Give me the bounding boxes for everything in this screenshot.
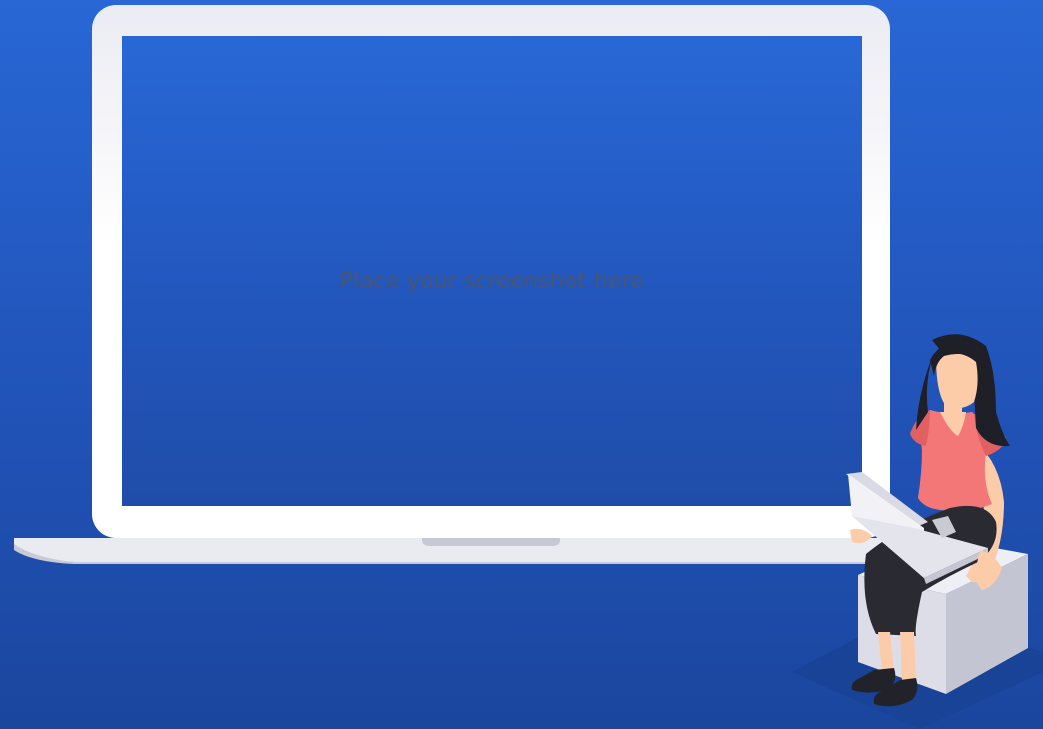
laptop-base bbox=[14, 538, 890, 564]
screenshot-placeholder-text: Place your screenshot here bbox=[339, 269, 645, 294]
laptop-mockup: Place your screenshot here bbox=[14, 5, 890, 565]
woman-with-laptop-icon bbox=[792, 334, 1043, 729]
laptop-lid: Place your screenshot here bbox=[92, 5, 890, 538]
laptop-base-icon bbox=[14, 538, 890, 564]
laptop-screen: Place your screenshot here bbox=[122, 36, 862, 506]
woman-with-laptop-illustration bbox=[790, 332, 1043, 729]
